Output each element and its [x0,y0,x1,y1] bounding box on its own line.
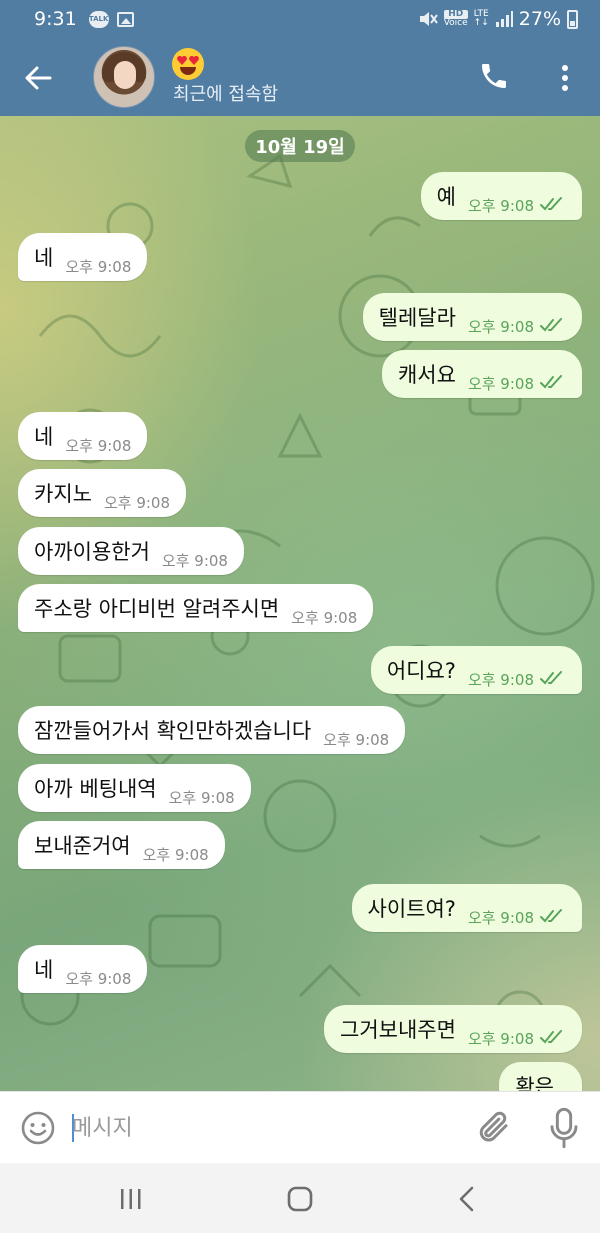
message-text: 주소랑 아디비번 알려주시면 [34,597,280,621]
status-time: 9:31 [34,8,77,30]
outgoing-message-bubble[interactable]: 그거보내주면 오후 9:08 [324,1005,582,1053]
outgoing-message-bubble[interactable]: 확은 [499,1062,582,1091]
back-button[interactable] [18,58,58,98]
message-time: 오후 9:08 [323,730,390,749]
read-double-check-icon [540,909,562,923]
call-button[interactable] [478,60,514,96]
message-time: 오후 9:08 [65,257,132,276]
incoming-message-bubble[interactable]: 주소랑 아디비번 알려주시면 오후 9:08 [18,584,374,632]
smiley-icon [21,1111,55,1145]
phone-icon [482,64,506,88]
heart-eye-right-icon [189,56,199,65]
message-text: 텔레달라 [378,306,456,330]
message-text: 네 [34,246,54,270]
emoji-button[interactable] [20,1110,56,1146]
home-icon [287,1186,313,1212]
incoming-message-bubble[interactable]: 아까이용한거 오후 9:08 [18,527,244,575]
read-double-check-icon [540,197,562,211]
status-indicators: HD Voice LTE ↑↓ 27% [418,8,578,30]
battery-percent: 27% [518,8,561,30]
emoji-mouth [180,67,196,75]
message-text: 사이트여? [367,897,456,921]
message-time: 오후 9:08 [168,788,235,807]
message-text: 확은 [515,1075,554,1091]
mute-icon [419,12,438,26]
message-time: 오후 9:08 [65,436,132,455]
lte-arrows: ↑↓ [473,18,489,28]
image-notification-icon [116,11,134,27]
message-time: 오후 9:08 [467,1029,534,1048]
system-back-button[interactable] [454,1185,480,1213]
incoming-message-bubble[interactable]: 네 오후 9:08 [18,412,148,460]
system-navigation-bar [0,1163,600,1233]
chat-messages-area[interactable]: 10월 19일 예 오후 9:08 네 오후 9:08 텔레달라 오후 9:08 캐서요 오후… [0,116,600,1091]
contact-last-seen[interactable]: 최근에 접속함 [173,80,278,106]
recent-apps-icon [121,1189,141,1209]
outgoing-message-bubble[interactable]: 텔레달라 오후 9:08 [362,293,582,341]
message-text: 캐서요 [397,363,456,387]
incoming-message-bubble[interactable]: 카지노 오후 9:08 [18,469,187,517]
message-input[interactable] [72,1106,462,1150]
incoming-message-bubble[interactable]: 네 오후 9:08 [18,945,148,993]
message-text: 잠깐들어가서 확인만하겠습니다 [34,719,312,743]
recent-apps-button[interactable] [116,1187,146,1211]
message-input-bar [0,1091,600,1163]
incoming-message-bubble[interactable]: 아까 베팅내역 오후 9:08 [18,764,251,812]
more-options-button[interactable] [553,60,577,96]
message-time: 오후 9:08 [467,196,534,215]
message-time: 오후 9:08 [65,969,132,988]
incoming-message-bubble[interactable]: 잠깐들어가서 확인만하겠습니다 오후 9:08 [18,706,406,754]
chevron-left-icon [459,1186,474,1212]
voice-label: Voice [443,18,468,28]
message-time: 오후 9:08 [467,908,534,927]
status-bar: 9:31 TALK HD Voice LTE ↑↓ 27% [0,0,600,38]
message-text: 어디요? [386,659,456,683]
read-double-check-icon [540,375,562,389]
signal-icon [495,11,513,27]
attach-button[interactable] [476,1108,512,1148]
battery-icon [567,9,578,29]
read-double-check-icon [540,1030,562,1044]
read-double-check-icon [540,318,562,332]
message-text: 카지노 [34,482,92,506]
more-vertical-icon [562,65,568,91]
hd-voice-icon: HD Voice [443,10,468,28]
outgoing-message-bubble[interactable]: 캐서요 오후 9:08 [381,350,582,398]
outgoing-message-bubble[interactable]: 예 오후 9:08 [420,172,582,220]
message-text: 예 [436,185,456,209]
heart-eyes-emoji-icon[interactable] [172,48,204,80]
chat-header: 최근에 접속함 [0,38,600,116]
message-time: 오후 9:08 [291,608,358,627]
avatar-face [114,61,136,89]
message-text: 네 [34,425,54,449]
incoming-message-bubble[interactable]: 보내준거여 오후 9:08 [18,821,225,869]
message-text: 보내준거여 [34,834,131,858]
outgoing-message-bubble[interactable]: 어디요? 오후 9:08 [370,646,582,694]
contact-avatar[interactable] [93,46,155,108]
message-text: 아까 베팅내역 [34,777,157,801]
microphone-icon [550,1107,578,1149]
talk-notification-icon: TALK [88,10,109,28]
paperclip-icon [479,1111,508,1142]
outgoing-message-bubble[interactable]: 사이트여? 오후 9:08 [351,884,582,932]
message-time: 오후 9:08 [103,493,171,512]
message-time: 오후 9:08 [161,551,228,570]
date-separator: 10월 19일 [245,130,355,162]
message-time: 오후 9:08 [467,670,534,689]
lte-icon: LTE ↑↓ [474,10,489,28]
message-time: 오후 9:08 [467,374,534,393]
read-double-check-icon [540,671,562,685]
message-text: 그거보내주면 [340,1018,456,1042]
message-text: 아까이용한거 [34,540,150,564]
message-time: 오후 9:08 [467,317,534,336]
message-time: 오후 9:08 [142,845,209,864]
incoming-message-bubble[interactable]: 네 오후 9:08 [18,233,148,281]
voice-record-button[interactable] [548,1106,580,1150]
message-text: 네 [34,958,54,982]
home-button[interactable] [286,1185,314,1213]
heart-eye-left-icon [177,56,187,65]
back-arrow-icon [25,66,52,90]
